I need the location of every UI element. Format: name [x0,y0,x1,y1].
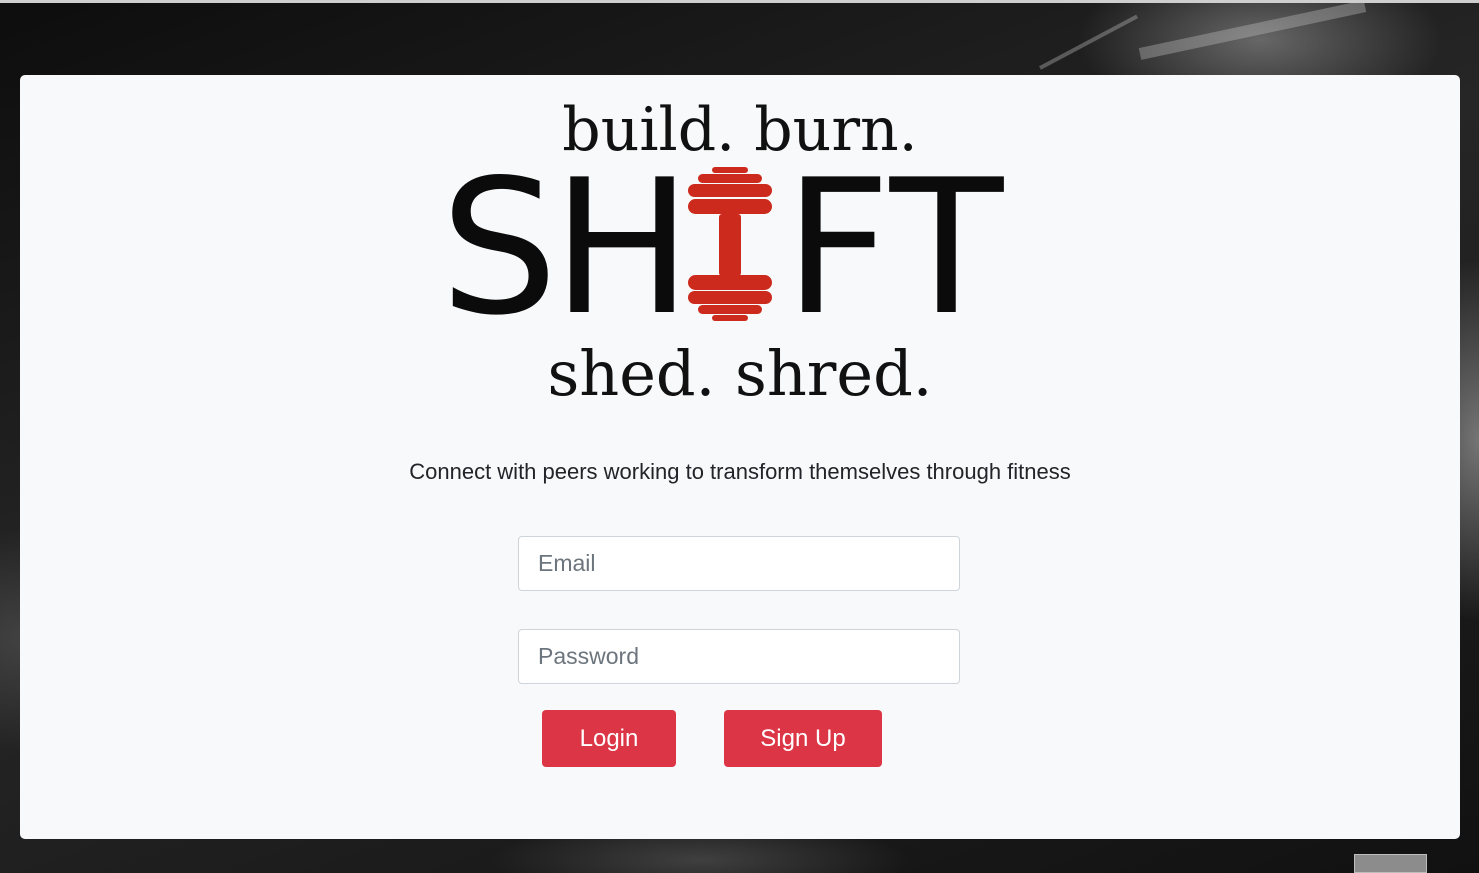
page-subtitle: Connect with peers working to transform … [409,459,1071,484]
corner-button[interactable] [1354,854,1427,873]
signup-button[interactable]: Sign Up [724,710,882,767]
top-border [0,0,1479,3]
password-field[interactable] [518,629,960,684]
logo-tagline-bottom: shed. shred. [547,337,933,410]
shift-logo: build. burn. SH FT shed. shred. [20,75,1460,415]
dumbbell-icon [688,167,772,321]
login-button[interactable]: Login [542,710,676,767]
logo-brand-start: SH [440,139,692,356]
login-card: build. burn. SH FT shed. shred. Connect … [20,75,1460,839]
email-field[interactable] [518,536,960,591]
logo-brand-end: FT [784,139,1006,356]
logo-tagline-top: build. burn. [562,95,918,165]
